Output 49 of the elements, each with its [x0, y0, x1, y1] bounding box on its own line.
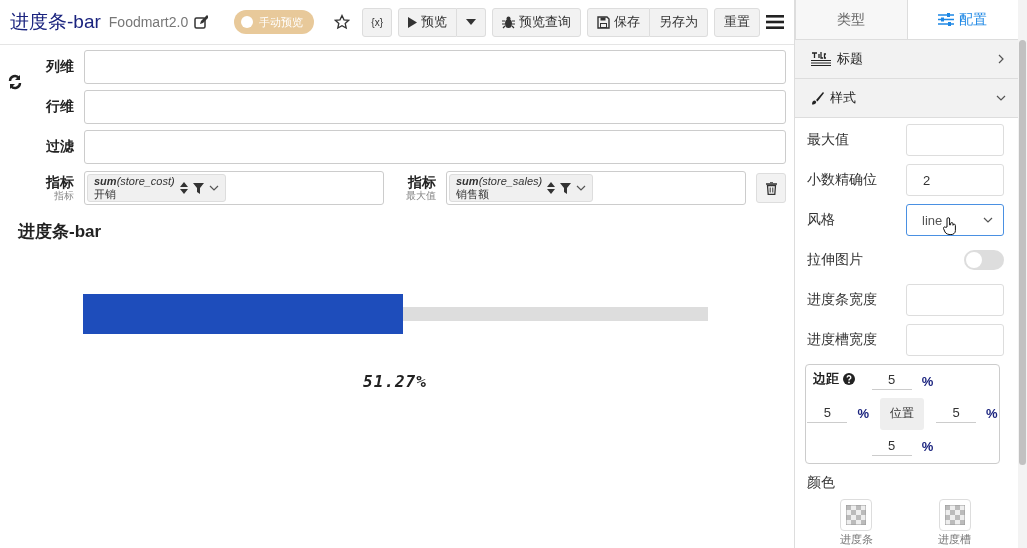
section-header[interactable]: 样式	[795, 79, 1018, 118]
margin-input[interactable]: 5	[871, 437, 912, 456]
swatch-label: 进度条	[839, 534, 873, 545]
swatch-label: 进度槽	[938, 534, 972, 545]
measure-expression: sum(store_cost)	[94, 175, 175, 188]
panel-tab[interactable]: 类型	[795, 0, 907, 39]
variables-button[interactable]: {x}	[362, 7, 392, 37]
form-label: 进度槽宽度	[807, 331, 878, 349]
measure-chip[interactable]: sum(store_sales) 销售额	[449, 174, 594, 202]
drop-zone[interactable]: sum(store_sales) 销售额	[446, 171, 746, 205]
margin-label: 边距	[813, 370, 839, 388]
measure-alias: 销售额	[456, 188, 490, 201]
field-sublabel: 指标	[54, 190, 74, 202]
form-label: 风格	[807, 211, 836, 229]
chart-title: 进度条-bar	[18, 221, 102, 243]
save-button[interactable]: 保存	[587, 7, 650, 37]
margin-input[interactable]: 5	[936, 405, 977, 423]
drop-zone[interactable]: sum(store_cost) 开销	[84, 171, 384, 205]
margin-input[interactable]: 5	[807, 405, 848, 423]
dataset-name: Foodmart2.0	[108, 14, 189, 30]
percent-unit: %	[921, 373, 934, 389]
measure-alias: 开销	[94, 188, 117, 201]
colors-label: 颜色	[807, 474, 836, 492]
field-label: 过滤	[45, 138, 74, 156]
field-sublabel: 最大值	[406, 190, 436, 202]
percent-unit: %	[986, 406, 998, 422]
margin-input[interactable]: 5	[871, 372, 912, 391]
save-as-button[interactable]: 另存为	[650, 7, 708, 37]
field-label: 列维	[45, 58, 74, 76]
input-field[interactable]: 2	[906, 164, 1004, 196]
form-label: 进度条宽度	[807, 291, 878, 309]
reset-button[interactable]: 重置	[714, 7, 760, 37]
position-button[interactable]: 位置	[880, 398, 925, 430]
section-header[interactable]: 标题	[795, 40, 1018, 79]
form-label: 拉伸图片	[807, 251, 864, 269]
measure-expression: sum(store_sales)	[456, 175, 543, 188]
preview-query-button[interactable]: 预览查询	[492, 7, 581, 37]
percent-unit: %	[857, 406, 869, 422]
progress-value: 51.27%	[363, 372, 427, 391]
measure-chip[interactable]: sum(store_cost) 开销	[87, 174, 226, 202]
percent-unit: %	[921, 439, 934, 455]
report-title: 进度条-bar	[10, 10, 101, 34]
form-label: 最大值	[807, 131, 850, 149]
preview-button[interactable]: 预览	[398, 7, 457, 37]
style-select[interactable]: line	[906, 204, 1004, 236]
field-label: 指标	[408, 174, 436, 191]
form-label: 小数精确位	[807, 171, 878, 189]
field-label: 指标	[46, 174, 74, 191]
field-label: 行维	[45, 98, 74, 116]
